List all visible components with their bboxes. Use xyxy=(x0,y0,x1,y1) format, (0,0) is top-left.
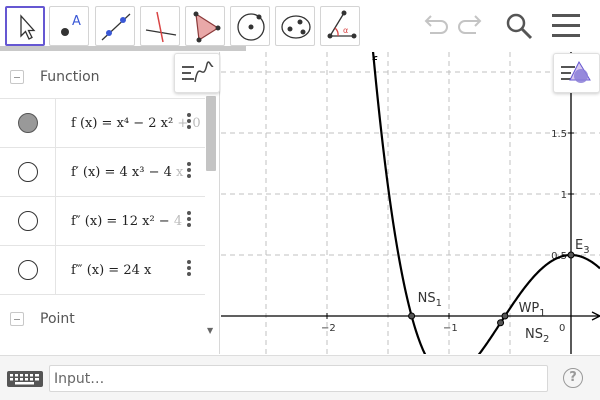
point-label: NS1 xyxy=(418,291,442,309)
graph-style-icon xyxy=(182,61,214,83)
point-tool-icon: A xyxy=(61,14,81,36)
polygon-tool-button[interactable] xyxy=(185,6,225,46)
ellipse-tool-button[interactable] xyxy=(275,6,315,46)
algebra-row[interactable]: f′ (x) = 4 x³ − 4 x xyxy=(0,147,205,196)
algebra-view: Function f (x) = x⁴ − 2 x² + 0 f′ (x) = … xyxy=(0,52,220,354)
formula-overflow: x xyxy=(171,165,184,180)
x-tick-label: 0 xyxy=(559,323,565,334)
circle-tool-icon xyxy=(237,13,265,41)
point-marker[interactable] xyxy=(501,312,509,320)
formula-text[interactable]: f‴ (x) = 24 x xyxy=(71,246,151,294)
visibility-toggle[interactable] xyxy=(18,260,38,280)
graphics-style-bar-button[interactable] xyxy=(553,53,600,93)
algebra-row[interactable]: f‴ (x) = 24 x xyxy=(0,245,205,294)
y-tick-label: 1 xyxy=(561,190,567,201)
more-options-icon[interactable] xyxy=(186,259,192,279)
toolbar-scroll-indicator xyxy=(0,46,246,51)
more-options-icon[interactable] xyxy=(186,161,192,181)
visibility-toggle[interactable] xyxy=(18,162,38,182)
undo-icon[interactable] xyxy=(420,10,450,40)
line-tool-button[interactable] xyxy=(95,6,135,46)
perpendicular-line-tool-icon xyxy=(145,11,177,43)
formula-main: f″ (x) = 12 x² − xyxy=(71,214,174,229)
group-label: Function xyxy=(40,69,100,85)
algebra-row[interactable]: f″ (x) = 12 x² − 4 xyxy=(0,196,205,245)
vertical-scrollbar[interactable] xyxy=(206,96,216,171)
point-marker[interactable] xyxy=(567,251,575,259)
function-label: f xyxy=(372,55,378,71)
angle-tool-button[interactable]: α xyxy=(320,6,360,46)
visibility-toggle[interactable] xyxy=(18,113,38,133)
group-label: Point xyxy=(40,311,75,327)
scroll-down-arrow[interactable]: ▼ xyxy=(207,326,213,335)
formula-main: f′ (x) = 4 x³ − 4 xyxy=(71,165,172,180)
more-options-icon[interactable] xyxy=(186,112,192,132)
move-tool-button[interactable] xyxy=(5,6,45,46)
circle-tool-button[interactable] xyxy=(230,6,270,46)
function-f-curve[interactable] xyxy=(369,52,600,354)
input-bar: ? xyxy=(0,355,600,400)
y-tick-label: 1.5 xyxy=(551,129,567,140)
polygon-tool-icon xyxy=(193,11,221,43)
more-options-icon[interactable] xyxy=(186,210,192,230)
point-label: E3 xyxy=(575,238,590,256)
point-label: NS2 xyxy=(525,327,549,345)
visibility-toggle[interactable] xyxy=(18,211,38,231)
collapse-function-icon[interactable] xyxy=(10,70,24,84)
visibility-column xyxy=(0,197,56,245)
menu-icon[interactable] xyxy=(550,10,582,40)
visibility-column xyxy=(0,246,56,294)
collapse-point-icon[interactable] xyxy=(10,312,24,326)
formula-text[interactable]: f (x) = x⁴ − 2 x² + 0 xyxy=(71,99,201,147)
group-header-point[interactable]: Point xyxy=(0,294,205,340)
point-tool-letter: A xyxy=(72,14,81,29)
line-tool-icon xyxy=(101,13,131,41)
formula-main: f‴ (x) = 24 x xyxy=(71,263,152,278)
algebra-row[interactable]: f (x) = x⁴ − 2 x² + 0 xyxy=(0,98,205,147)
visibility-column xyxy=(0,99,56,147)
ellipse-tool-icon xyxy=(281,15,311,39)
move-tool-icon xyxy=(20,14,36,40)
x-tick-label: −2 xyxy=(321,323,336,334)
formula-overflow: 4 xyxy=(173,214,183,229)
perpendicular-line-tool-button[interactable] xyxy=(140,6,180,46)
angle-tool-icon: α xyxy=(327,10,357,39)
algebra-style-bar-button[interactable] xyxy=(174,53,220,93)
search-icon[interactable] xyxy=(503,10,535,42)
graphics-style-icon xyxy=(561,60,591,83)
visibility-column xyxy=(0,148,56,196)
graph-canvas[interactable]: −2 −1 00.511.5 f NS1NS2WP1E3 xyxy=(221,52,600,354)
formula-text[interactable]: f′ (x) = 4 x³ − 4 x xyxy=(71,148,183,196)
point-marker[interactable] xyxy=(497,319,505,327)
toolbar: A α xyxy=(0,0,600,51)
x-tick-label: −1 xyxy=(443,323,458,334)
point-tool-button[interactable]: A xyxy=(49,6,89,46)
graphics-view[interactable]: −2 −1 0 0.5 1 1.5 f NS1 NS2 WP1 E3 xyxy=(221,52,600,354)
angle-tool-letter: α xyxy=(343,26,348,35)
formula-text[interactable]: f″ (x) = 12 x² − 4 xyxy=(71,197,182,245)
input-field[interactable] xyxy=(49,365,548,392)
keyboard-icon[interactable] xyxy=(6,369,44,389)
formula-main: f (x) = x⁴ − 2 x² xyxy=(71,116,174,131)
redo-icon[interactable] xyxy=(456,10,486,40)
help-icon[interactable]: ? xyxy=(563,368,583,388)
point-marker[interactable] xyxy=(408,312,416,320)
